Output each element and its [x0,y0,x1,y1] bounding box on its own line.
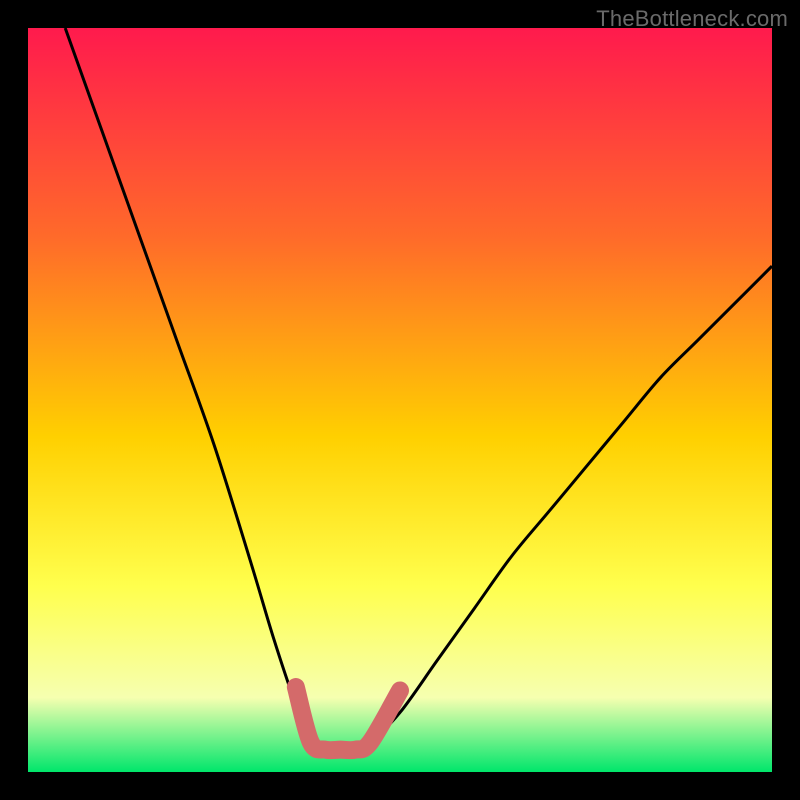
gradient-background [28,28,772,772]
plot-area [28,28,772,772]
chart-frame: TheBottleneck.com [0,0,800,800]
bottleneck-chart [28,28,772,772]
watermark-text: TheBottleneck.com [596,6,788,32]
